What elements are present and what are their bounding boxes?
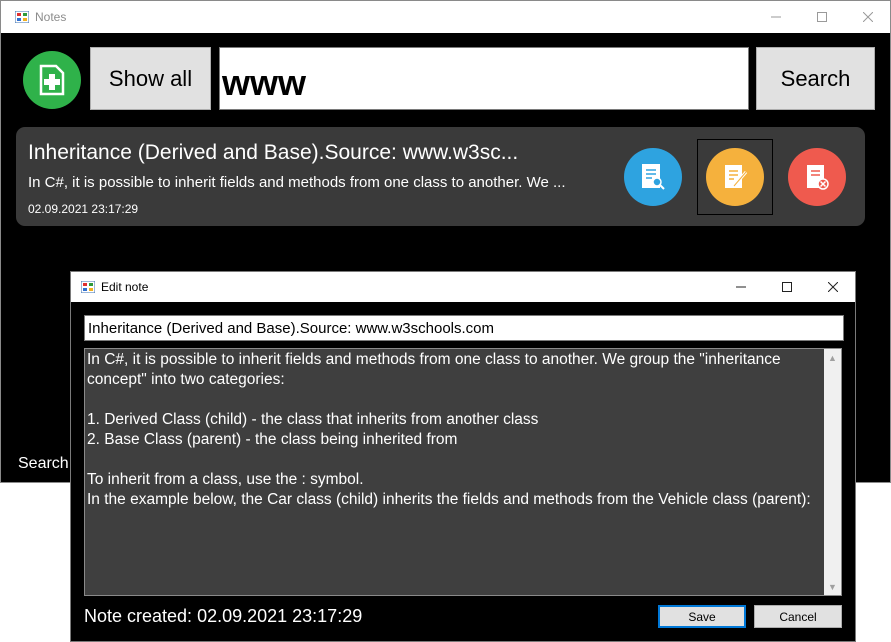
maximize-icon bbox=[817, 12, 827, 22]
cancel-button[interactable]: Cancel bbox=[754, 605, 842, 628]
edit-note-dialog: Edit note Inheritance (Derived and Base)… bbox=[70, 271, 856, 642]
maximize-button[interactable] bbox=[799, 1, 845, 33]
scroll-down-icon[interactable]: ▼ bbox=[824, 578, 841, 595]
app-icon bbox=[81, 281, 95, 293]
note-title: Inheritance (Derived and Base).Source: w… bbox=[28, 141, 519, 164]
note-date: 02.09.2021 23:17:29 bbox=[28, 202, 139, 216]
search-input[interactable]: www bbox=[219, 47, 749, 110]
add-note-button[interactable] bbox=[23, 51, 81, 109]
save-button[interactable]: Save bbox=[658, 605, 746, 628]
view-note-icon bbox=[642, 164, 665, 190]
main-titlebar: Notes bbox=[1, 1, 890, 33]
note-created-label: Note created: 02.09.2021 23:17:29 bbox=[84, 606, 363, 626]
edit-note-button[interactable] bbox=[706, 148, 764, 206]
search-status-label: Search bbox=[18, 455, 69, 472]
app-icon bbox=[15, 11, 29, 23]
close-icon bbox=[863, 12, 873, 22]
dialog-minimize-button[interactable] bbox=[718, 272, 764, 302]
delete-note-button[interactable] bbox=[788, 148, 846, 206]
search-button[interactable]: Search bbox=[756, 47, 875, 110]
note-body-field[interactable]: In C#, it is possible to inherit fields … bbox=[84, 348, 842, 596]
minimize-icon bbox=[771, 16, 781, 18]
close-button[interactable] bbox=[845, 1, 891, 33]
minimize-icon bbox=[736, 286, 746, 288]
close-icon bbox=[828, 282, 838, 292]
scroll-up-icon[interactable]: ▲ bbox=[824, 349, 841, 366]
note-card[interactable]: Inheritance (Derived and Base).Source: w… bbox=[16, 127, 865, 226]
add-note-icon bbox=[39, 64, 65, 96]
vertical-scrollbar[interactable]: ▲ ▼ bbox=[824, 349, 841, 595]
dialog-maximize-button[interactable] bbox=[764, 272, 810, 302]
delete-note-icon bbox=[807, 165, 829, 190]
minimize-button[interactable] bbox=[753, 1, 799, 33]
view-note-button[interactable] bbox=[624, 148, 682, 206]
show-all-button[interactable]: Show all bbox=[90, 47, 211, 110]
edit-note-icon bbox=[725, 165, 748, 188]
note-title-field[interactable]: Inheritance (Derived and Base).Source: w… bbox=[84, 315, 844, 341]
note-preview: In C#, it is possible to inherit fields … bbox=[28, 174, 566, 191]
dialog-title: Edit note bbox=[101, 280, 149, 294]
dialog-close-button[interactable] bbox=[810, 272, 856, 302]
note-body-text[interactable]: In C#, it is possible to inherit fields … bbox=[87, 350, 822, 510]
maximize-icon bbox=[782, 282, 792, 292]
window-title: Notes bbox=[35, 10, 67, 24]
dialog-titlebar: Edit note bbox=[71, 272, 855, 302]
